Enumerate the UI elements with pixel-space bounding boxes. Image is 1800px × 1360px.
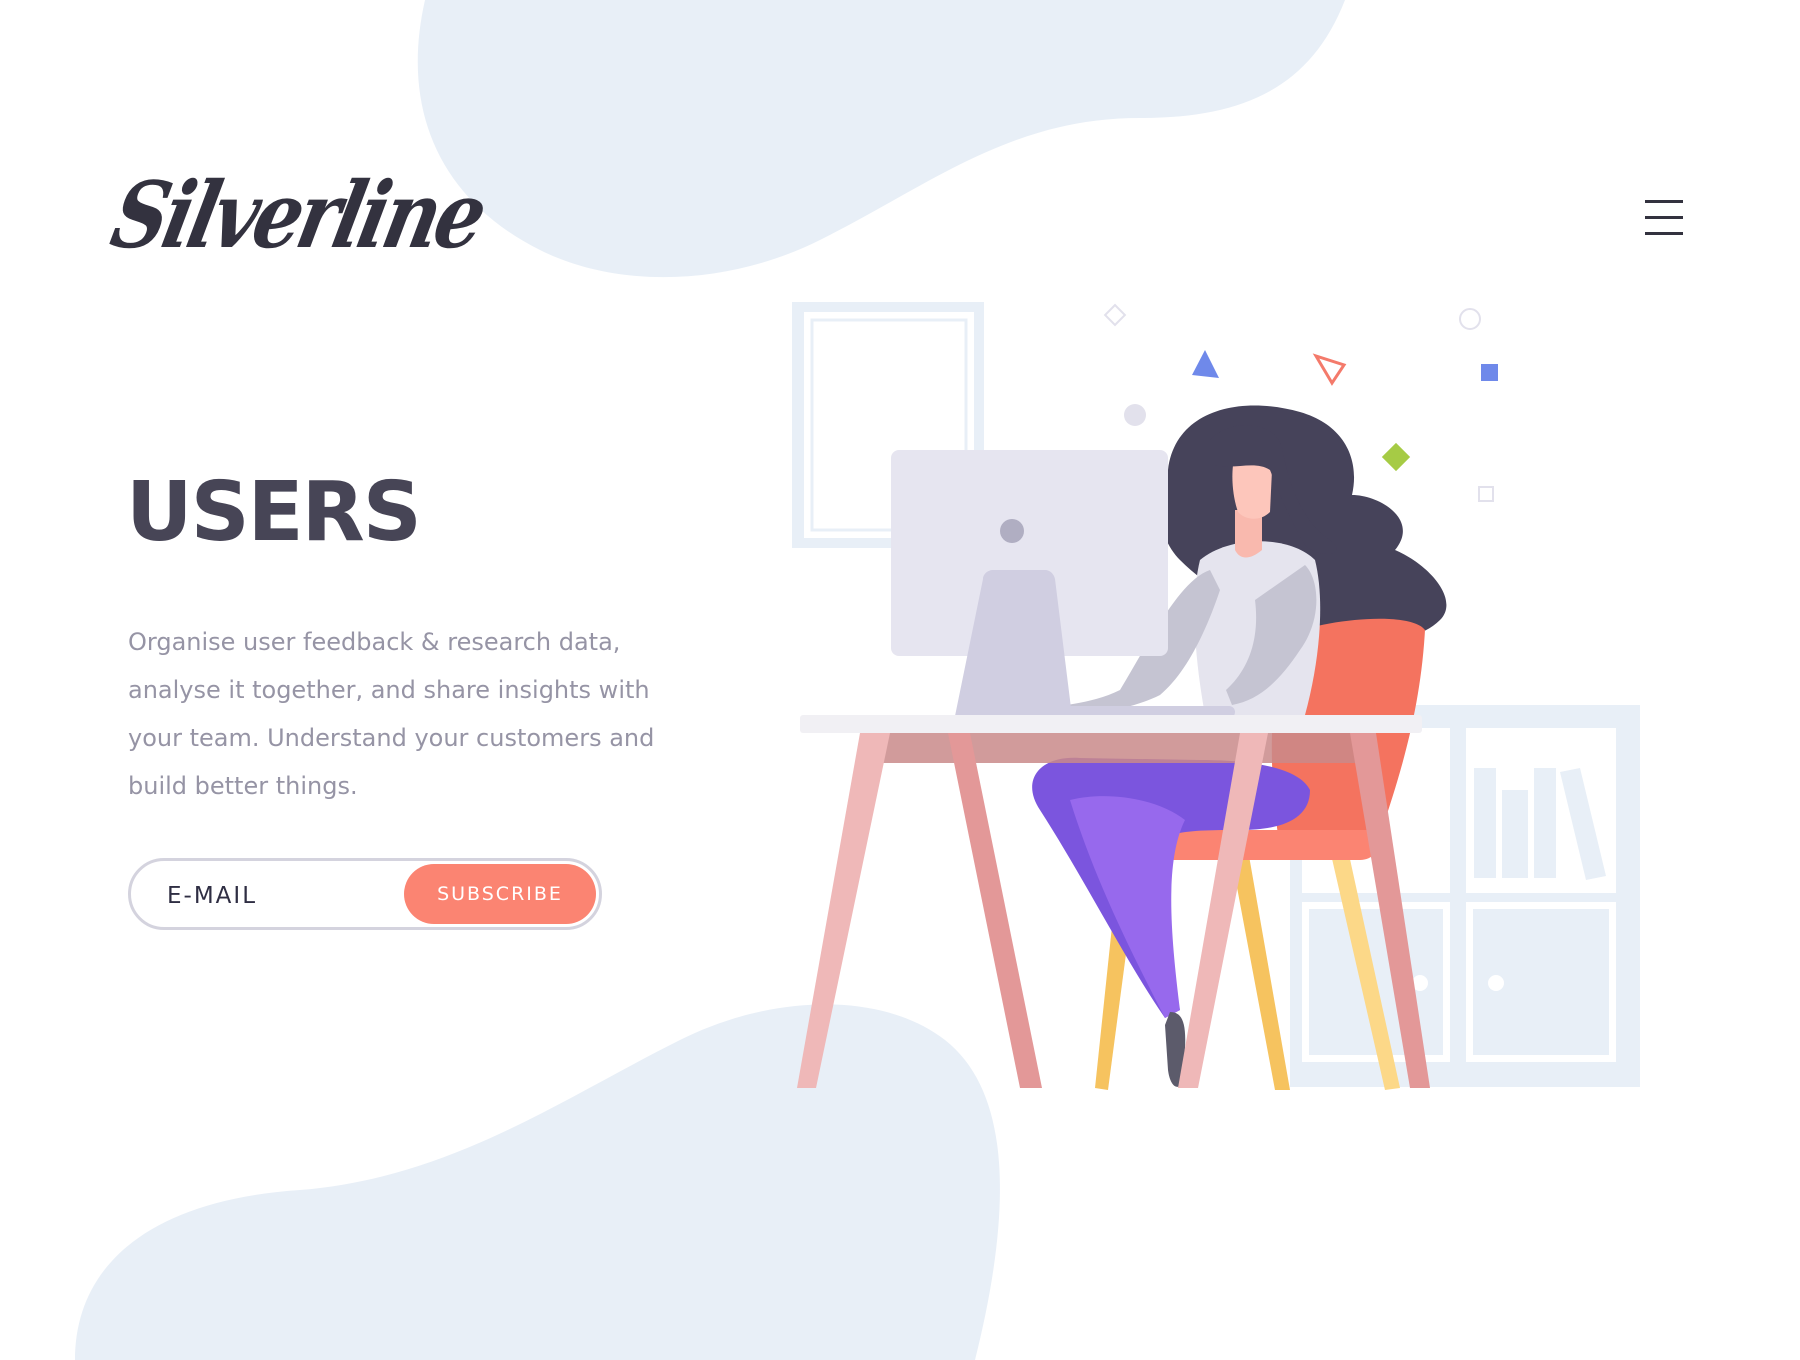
triangle-icon bbox=[1312, 353, 1347, 386]
leg bbox=[1070, 796, 1185, 1018]
apple-logo-icon bbox=[1000, 519, 1024, 543]
diamond-icon bbox=[1103, 303, 1127, 327]
circle-icon bbox=[1124, 404, 1146, 426]
diamond-icon bbox=[1381, 442, 1411, 472]
triangle-icon bbox=[1192, 350, 1219, 378]
circle-icon bbox=[1459, 308, 1481, 330]
square-icon bbox=[1481, 364, 1498, 381]
monitor bbox=[891, 450, 1168, 716]
square-icon bbox=[1478, 486, 1494, 502]
woman-at-desk-illustration bbox=[792, 302, 1640, 1090]
